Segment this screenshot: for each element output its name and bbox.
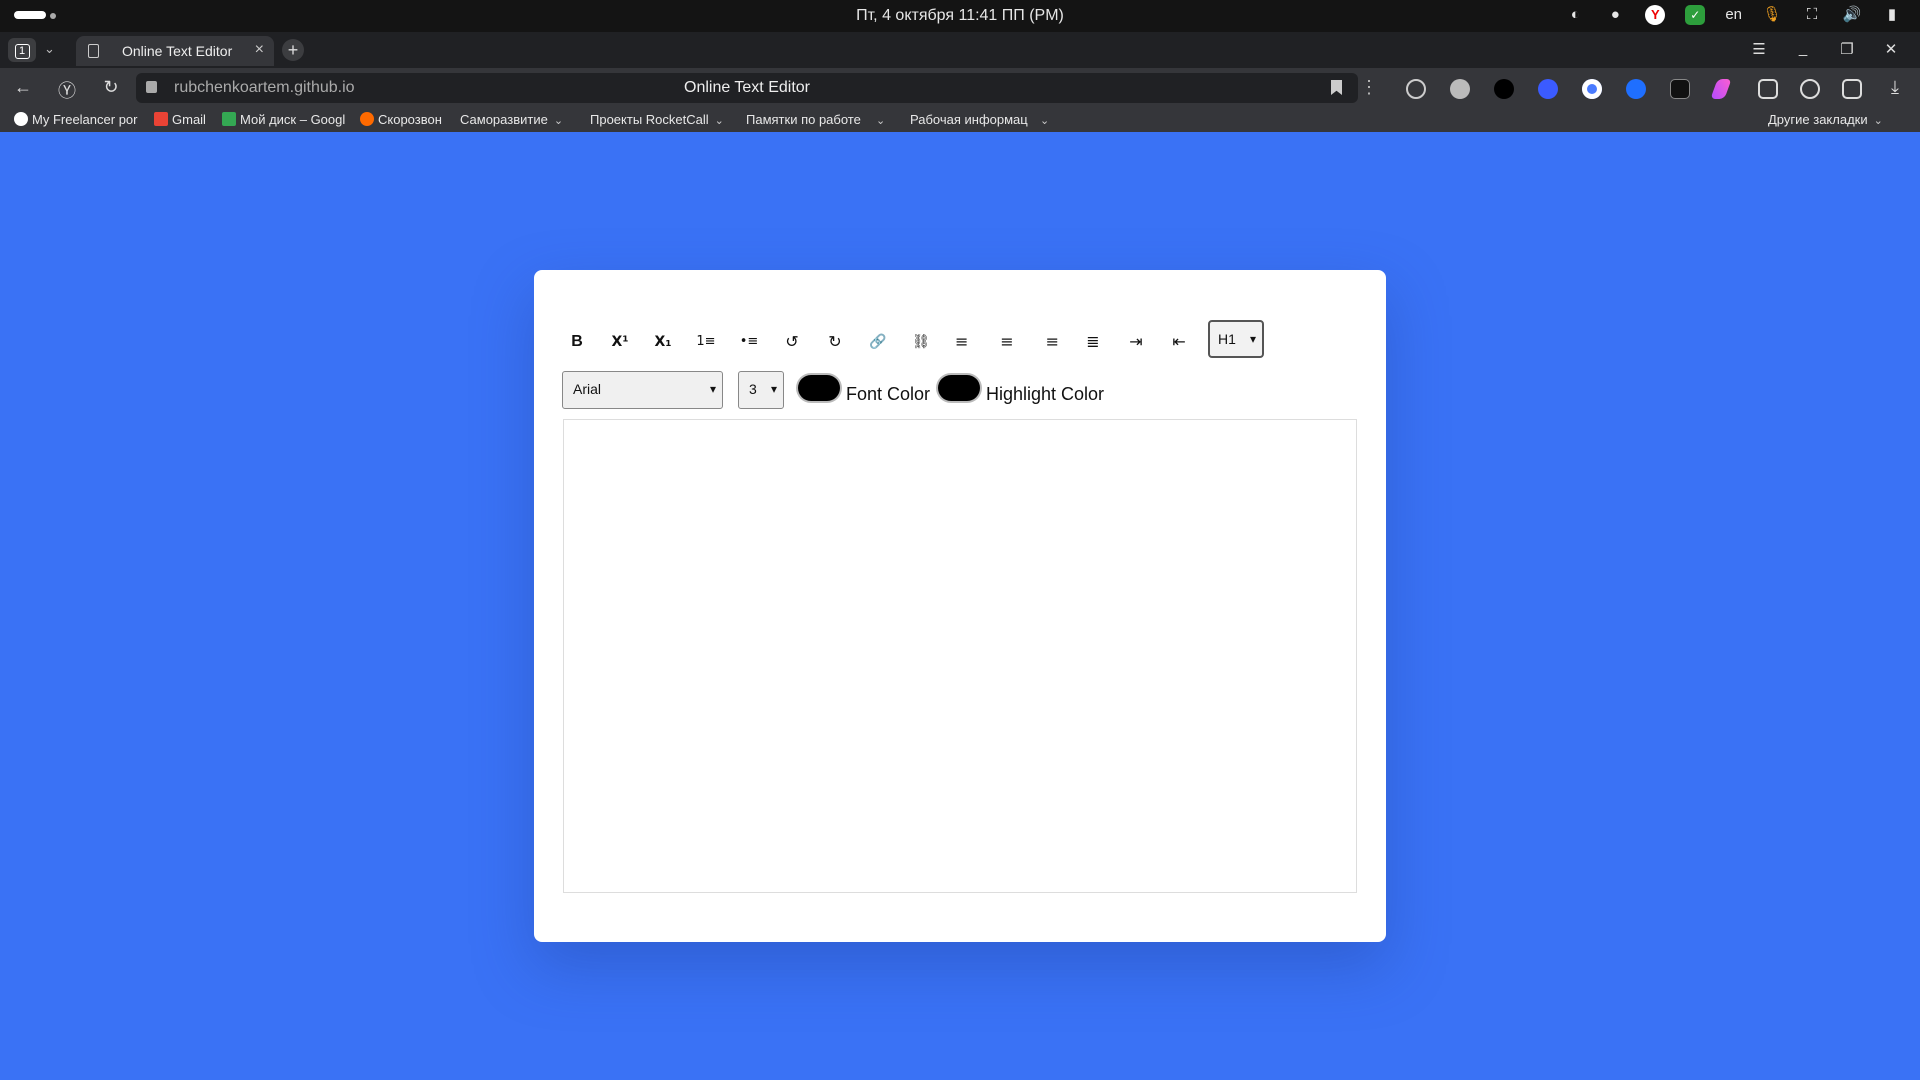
volume-icon[interactable]: 🔊 — [1842, 5, 1862, 25]
screenshot-icon[interactable] — [1758, 79, 1778, 99]
globe-icon[interactable]: ● — [1605, 5, 1625, 25]
chevron-down-icon[interactable]: ⌄ — [44, 41, 55, 57]
outdent-button[interactable]: ⇤ — [1164, 328, 1194, 356]
os-top-bar: Пт, 4 октября 11:41 ПП (PM) ◐ ● Y ✓ en 🎙… — [0, 0, 1920, 32]
at-icon[interactable] — [1538, 79, 1558, 99]
unordered-list-button[interactable]: •≡ — [734, 328, 764, 356]
heading-select[interactable]: H1 ▾ — [1208, 320, 1264, 358]
font-family-select[interactable]: Arial ▾ — [562, 371, 723, 409]
new-tab-button[interactable]: + — [282, 39, 304, 61]
chevron-down-icon: ⌄ — [876, 115, 886, 127]
bookmark-freelancer[interactable]: My Freelancer por — [14, 112, 142, 127]
gnome-icon[interactable] — [1494, 79, 1514, 99]
browser-nav-bar: ← Ⓨ ↻ rubchenkoartem.github.io Online Te… — [0, 68, 1920, 108]
align-left-button[interactable]: ≡ — [949, 328, 979, 356]
font-size-value: 3 — [749, 381, 757, 397]
download-icon[interactable]: ⤓ — [1884, 77, 1906, 98]
reload-button[interactable]: ↻ — [100, 77, 122, 98]
indent-button[interactable]: ⇥ — [1121, 328, 1151, 356]
feather-icon[interactable] — [1710, 79, 1732, 99]
system-tray: ◐ ● Y ✓ en 🎙 ⛶ 🔊 ▮ — [1565, 5, 1902, 25]
battery-icon[interactable]: ▮ — [1882, 5, 1902, 25]
close-window-button[interactable]: ✕ — [1882, 40, 1900, 58]
bold-button[interactable]: B — [562, 328, 592, 356]
bookmark-gmail[interactable]: Gmail — [154, 112, 206, 127]
language-indicator[interactable]: en — [1725, 5, 1742, 25]
bookmark-folder-work-notes[interactable]: Памятки по работе ⌄ — [746, 112, 885, 127]
undo-button[interactable]: ↺ — [777, 328, 807, 356]
tab-counter-button[interactable]: 1 — [8, 38, 36, 62]
back-button[interactable]: ← — [12, 77, 34, 98]
chevron-down-icon: ⌄ — [553, 115, 564, 127]
bookmarks-bar: My Freelancer por Gmail Мой диск – Googl… — [0, 108, 1920, 132]
bookmark-skorozvon[interactable]: Скорозвон — [360, 112, 442, 127]
align-right-button[interactable]: ≡ — [1035, 328, 1065, 356]
puzzle-icon[interactable] — [1842, 79, 1862, 99]
superscript-button[interactable]: X¹ — [605, 328, 635, 356]
heading-select-value: H1 — [1218, 331, 1236, 347]
drive-icon — [222, 112, 236, 126]
tab-title: Online Text Editor — [122, 43, 233, 59]
chevron-down-icon: ⌄ — [1040, 115, 1050, 127]
unlink-button[interactable]: ⛓ — [906, 328, 936, 356]
bookmark-folder-self-development[interactable]: Саморазвитие ⌄ — [460, 112, 563, 127]
chevron-down-icon: ▾ — [770, 382, 777, 396]
font-color-picker[interactable] — [798, 375, 840, 401]
circle-icon[interactable] — [1582, 79, 1602, 99]
font-family-value: Arial — [573, 381, 602, 397]
bookmark-folder-work-info[interactable]: Рабочая информац ⌄ — [910, 112, 1049, 127]
yandex-home-button[interactable]: Ⓨ — [56, 77, 78, 103]
restore-button[interactable]: ❐ — [1838, 40, 1856, 58]
justify-button[interactable]: ≣ — [1078, 328, 1108, 356]
freelancer-icon — [14, 112, 28, 126]
highlight-color-picker[interactable] — [938, 375, 980, 401]
skorozvon-icon — [360, 112, 374, 126]
address-bar[interactable]: rubchenkoartem.github.io Online Text Edi… — [136, 73, 1358, 103]
subscript-button[interactable]: X₁ — [648, 328, 678, 356]
mic-icon[interactable]: 🎙 — [1762, 5, 1782, 25]
yandex-icon[interactable]: Y — [1645, 5, 1666, 25]
editor-toolbar: B X¹ X₁ 1≡ •≡ ↺ ↻ 🔗 ⛓ ≡ ≡ ≡ ≣ ⇥ ⇤ — [562, 322, 1282, 362]
shazam-icon[interactable] — [1626, 79, 1646, 99]
more-options-icon[interactable]: ⋮ — [1360, 77, 1378, 98]
text-editing-area[interactable] — [563, 419, 1357, 893]
chevron-down-icon: ▾ — [709, 382, 716, 396]
chevron-down-icon: ▾ — [1249, 332, 1256, 346]
gmail-icon — [154, 112, 168, 126]
window-controls: ☰ _ ❐ ✕ — [1750, 40, 1900, 58]
check-icon[interactable]: ✓ — [1685, 5, 1706, 25]
play-icon[interactable] — [1800, 79, 1820, 99]
redo-button[interactable]: ↻ — [820, 328, 850, 356]
chevron-down-icon: ⌄ — [714, 115, 724, 127]
other-bookmarks-folder[interactable]: Другие закладки ⌄ — [1768, 112, 1883, 127]
close-tab-icon[interactable]: × — [255, 41, 264, 59]
chevron-down-icon: ⌄ — [1873, 115, 1883, 127]
address-page-title: Online Text Editor — [684, 79, 810, 96]
steam-icon[interactable]: ◐ — [1565, 5, 1585, 25]
bookmark-google-drive[interactable]: Мой диск – Googl — [222, 112, 348, 127]
editor-card: B X¹ X₁ 1≡ •≡ ↺ ↻ 🔗 ⛓ ≡ ≡ ≡ ≣ ⇥ ⇤ H1 ▾ A… — [534, 270, 1386, 942]
cat-icon[interactable] — [1670, 79, 1690, 99]
browser-tab[interactable]: Online Text Editor × — [76, 36, 274, 66]
font-size-select[interactable]: 3 ▾ — [738, 371, 784, 409]
font-color-label: Font Color — [846, 384, 931, 404]
network-icon[interactable]: ⛶ — [1802, 5, 1822, 25]
highlight-color-label: Highlight Color — [986, 384, 1105, 404]
page-icon — [88, 44, 99, 58]
minimize-button[interactable]: _ — [1794, 40, 1812, 58]
link-button[interactable]: 🔗 — [863, 328, 893, 356]
bulb-icon[interactable] — [1406, 79, 1426, 99]
bookmark-folder-rocketcall[interactable]: Проекты RocketCall ⌄ — [590, 112, 724, 127]
browser-tab-strip: 1 ⌄ Online Text Editor × + ☰ _ ❐ ✕ — [0, 32, 1920, 68]
align-center-button[interactable]: ≡ — [992, 328, 1022, 356]
ordered-list-button[interactable]: 1≡ — [691, 328, 721, 356]
menu-icon[interactable]: ☰ — [1750, 40, 1768, 58]
globe-icon[interactable] — [1450, 79, 1470, 99]
